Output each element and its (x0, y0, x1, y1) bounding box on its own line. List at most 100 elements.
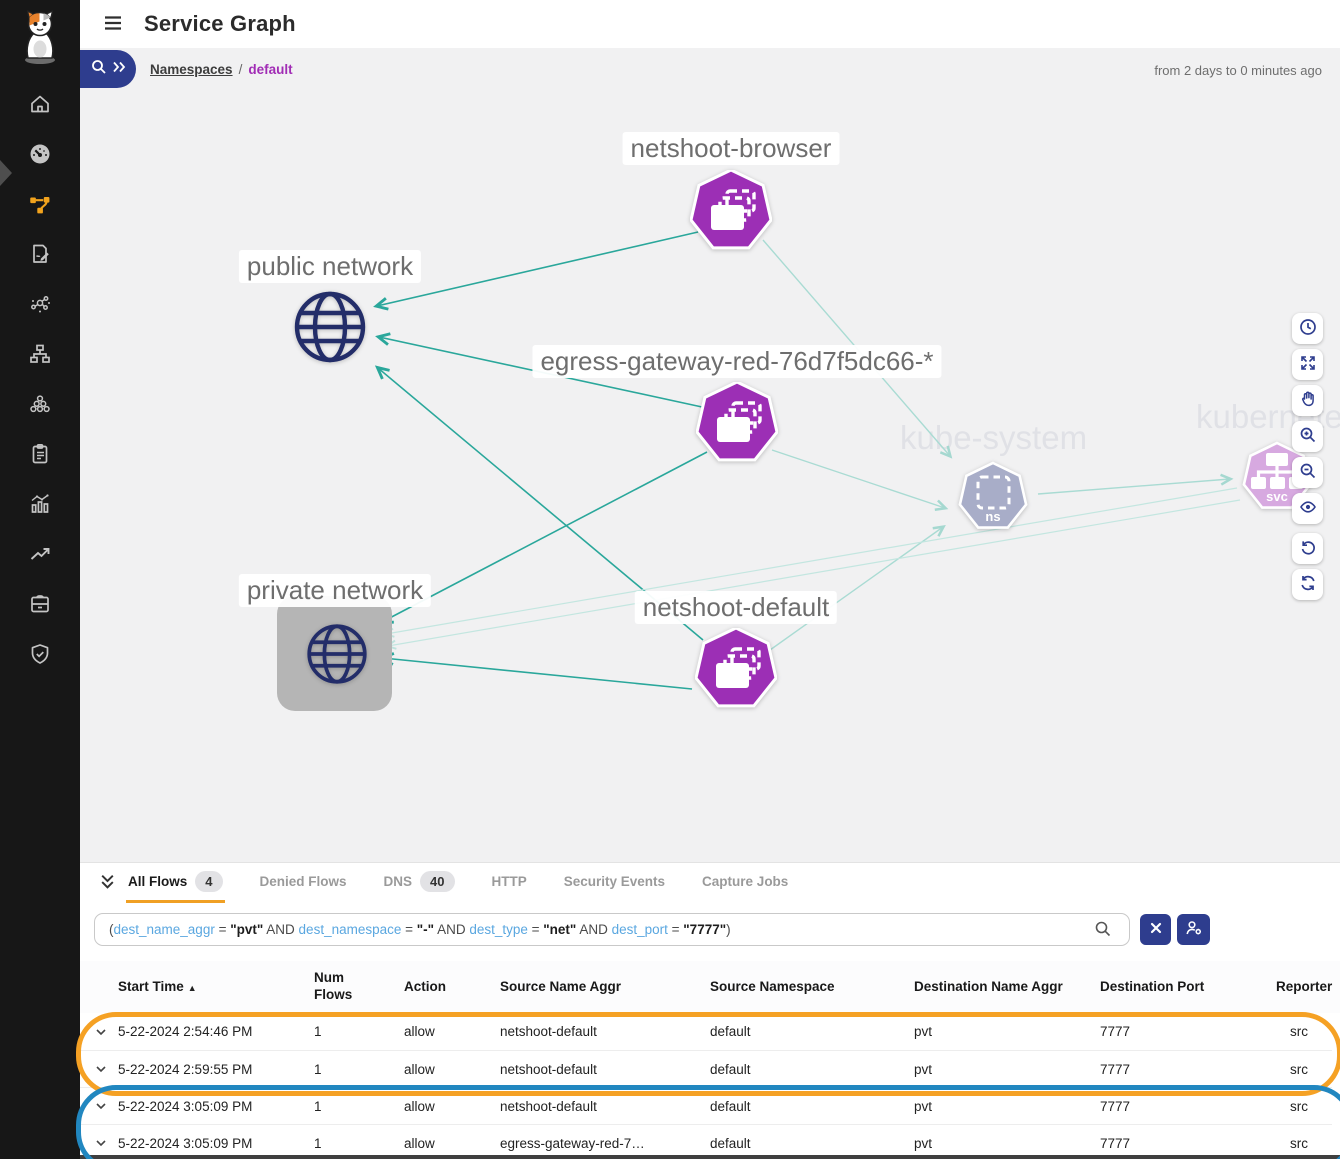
breadcrumb-namespaces-link[interactable]: Namespaces (150, 62, 233, 77)
double-chevron-down-icon (99, 873, 116, 893)
time-settings-button[interactable] (1292, 313, 1323, 344)
node-label-egress-gateway: egress-gateway-red-76d7f5dc66-* (532, 345, 941, 378)
service-graph-canvas[interactable]: kube-system kubernetes (80, 48, 1340, 862)
pan-button[interactable] (1292, 385, 1323, 416)
tab-security-events[interactable]: Security Events (562, 863, 667, 903)
sidebar (0, 0, 80, 1159)
refresh-button[interactable] (1292, 569, 1323, 600)
cell-action: allow (404, 1062, 500, 1077)
sidebar-item-endpoints[interactable] (27, 293, 53, 319)
cell-destination-name-aggr: pvt (914, 1136, 1100, 1151)
flow-filter-input[interactable]: (dest_name_aggr = "pvt" AND dest_namespa… (94, 913, 1130, 946)
cell-reporter: src (1276, 1099, 1332, 1114)
cell-source-name-aggr: netshoot-default (500, 1062, 710, 1077)
node-private-network[interactable] (305, 622, 369, 691)
clear-filter-button[interactable] (1140, 914, 1171, 945)
zoom-out-icon (1299, 462, 1317, 483)
policy-document-icon (28, 242, 52, 271)
column-header-reporter[interactable]: Reporter (1276, 979, 1340, 996)
column-header-source-namespace[interactable]: Source Namespace (710, 979, 914, 996)
tab-label: HTTP (492, 874, 527, 889)
hamburger-menu-button[interactable] (98, 8, 128, 41)
user-gear-icon (1185, 919, 1203, 940)
zoom-out-button[interactable] (1292, 457, 1323, 488)
fit-screen-button[interactable] (1292, 349, 1323, 380)
column-header-start-time[interactable]: Start Time▲ (118, 979, 314, 996)
cell-reporter: src (1276, 1024, 1332, 1039)
sidebar-item-storage[interactable] (27, 593, 53, 619)
cell-destination-name-aggr: pvt (914, 1062, 1100, 1077)
row-expander-button[interactable] (88, 1137, 114, 1149)
undo-button[interactable] (1292, 533, 1323, 564)
filter-row: (dest_name_aggr = "pvt" AND dest_namespa… (94, 913, 1326, 946)
sort-ascending-icon: ▲ (188, 983, 197, 993)
flows-table-header: Start Time▲Num FlowsActionSource Name Ag… (80, 961, 1340, 1013)
cell-source-namespace: default (710, 1024, 914, 1039)
cell-start-time: 5-22-2024 3:05:09 PM (118, 1099, 314, 1114)
node-netshoot-default[interactable] (695, 628, 777, 715)
clipboard-icon (28, 442, 52, 471)
cell-source-namespace: default (710, 1099, 914, 1114)
row-expander-button[interactable] (88, 1063, 114, 1075)
node-egress-gateway[interactable] (696, 382, 778, 469)
cell-num-flows: 1 (314, 1062, 404, 1077)
collapse-panel-button[interactable] (94, 863, 120, 903)
row-expander-button[interactable] (88, 1026, 114, 1038)
trend-arrow-icon (28, 542, 52, 571)
graph-search-button[interactable] (80, 50, 136, 88)
sidebar-item-policies[interactable] (27, 243, 53, 269)
cell-action: allow (404, 1024, 500, 1039)
column-header-source-name-aggr[interactable]: Source Name Aggr (500, 979, 710, 996)
table-row[interactable]: 5-22-2024 2:59:55 PM1allownetshoot-defau… (80, 1050, 1332, 1087)
tab-denied-flows[interactable]: Denied Flows (258, 863, 349, 903)
tab-all-flows[interactable]: All Flows4 (126, 863, 225, 903)
node-public-network[interactable] (292, 289, 368, 370)
sidebar-item-network-topology[interactable] (27, 343, 53, 369)
cell-destination-port: 7777 (1100, 1062, 1276, 1077)
sidebar-item-threat-defense[interactable] (27, 643, 53, 669)
dashboard-gauge-icon (28, 142, 52, 171)
sidebar-item-service-graph[interactable] (27, 193, 53, 219)
flows-tabs: All Flows4 Denied Flows DNS40 HTTP Security … (126, 863, 790, 903)
sidebar-item-trends[interactable] (27, 543, 53, 569)
column-settings-button[interactable] (1177, 914, 1210, 945)
refresh-icon (1299, 574, 1317, 595)
cell-start-time: 5-22-2024 3:05:09 PM (118, 1136, 314, 1151)
cell-source-name-aggr: egress-gateway-red-7… (500, 1136, 710, 1151)
service-graph-icon (27, 191, 53, 222)
column-header-num-flows[interactable]: Num Flows (314, 970, 404, 1004)
flows-tabs-row: All Flows4 Denied Flows DNS40 HTTP Security … (80, 863, 1340, 903)
home-icon (28, 92, 52, 121)
sidebar-item-compliance[interactable] (27, 443, 53, 469)
row-expander-button[interactable] (88, 1100, 114, 1112)
flows-table-body: 5-22-2024 2:54:46 PM1allownetshoot-defau… (80, 1013, 1332, 1159)
table-row[interactable]: 5-22-2024 3:05:09 PM1allownetshoot-defau… (80, 1087, 1332, 1124)
sidebar-item-dashboard[interactable] (27, 143, 53, 169)
filter-search-icon (1094, 920, 1112, 943)
sidebar-item-home[interactable] (27, 93, 53, 119)
expand-icon (1299, 354, 1317, 375)
tab-http[interactable]: HTTP (490, 863, 529, 903)
visibility-button[interactable] (1292, 493, 1323, 524)
column-header-destination-name-aggr[interactable]: Destination Name Aggr (914, 979, 1100, 996)
column-header-action[interactable]: Action (404, 979, 500, 996)
close-icon (1149, 921, 1163, 938)
filter-expression: (dest_name_aggr = "pvt" AND dest_namespa… (109, 922, 731, 937)
column-header-destination-port[interactable]: Destination Port (1100, 979, 1276, 996)
hamburger-icon (102, 12, 124, 37)
breadcrumb: Namespaces / default (150, 62, 293, 77)
tab-capture-jobs[interactable]: Capture Jobs (700, 863, 790, 903)
table-row[interactable]: 5-22-2024 2:54:46 PM1allownetshoot-defau… (80, 1013, 1332, 1050)
table-row[interactable]: 5-22-2024 3:05:09 PM1allowegress-gateway… (80, 1124, 1332, 1159)
sidebar-item-clusters[interactable] (27, 393, 53, 419)
svc-badge: svc (1266, 489, 1288, 504)
node-netshoot-browser[interactable] (690, 170, 772, 257)
node-kube-system-namespace[interactable]: ns (956, 460, 1030, 539)
zoom-in-button[interactable] (1292, 421, 1323, 452)
tab-dns[interactable]: DNS40 (382, 863, 457, 903)
sidebar-item-statistics[interactable] (27, 493, 53, 519)
cell-destination-name-aggr: pvt (914, 1099, 1100, 1114)
node-label-netshoot-default: netshoot-default (635, 591, 837, 624)
node-label-netshoot-browser: netshoot-browser (623, 132, 840, 165)
bar-chart-icon (28, 492, 52, 521)
